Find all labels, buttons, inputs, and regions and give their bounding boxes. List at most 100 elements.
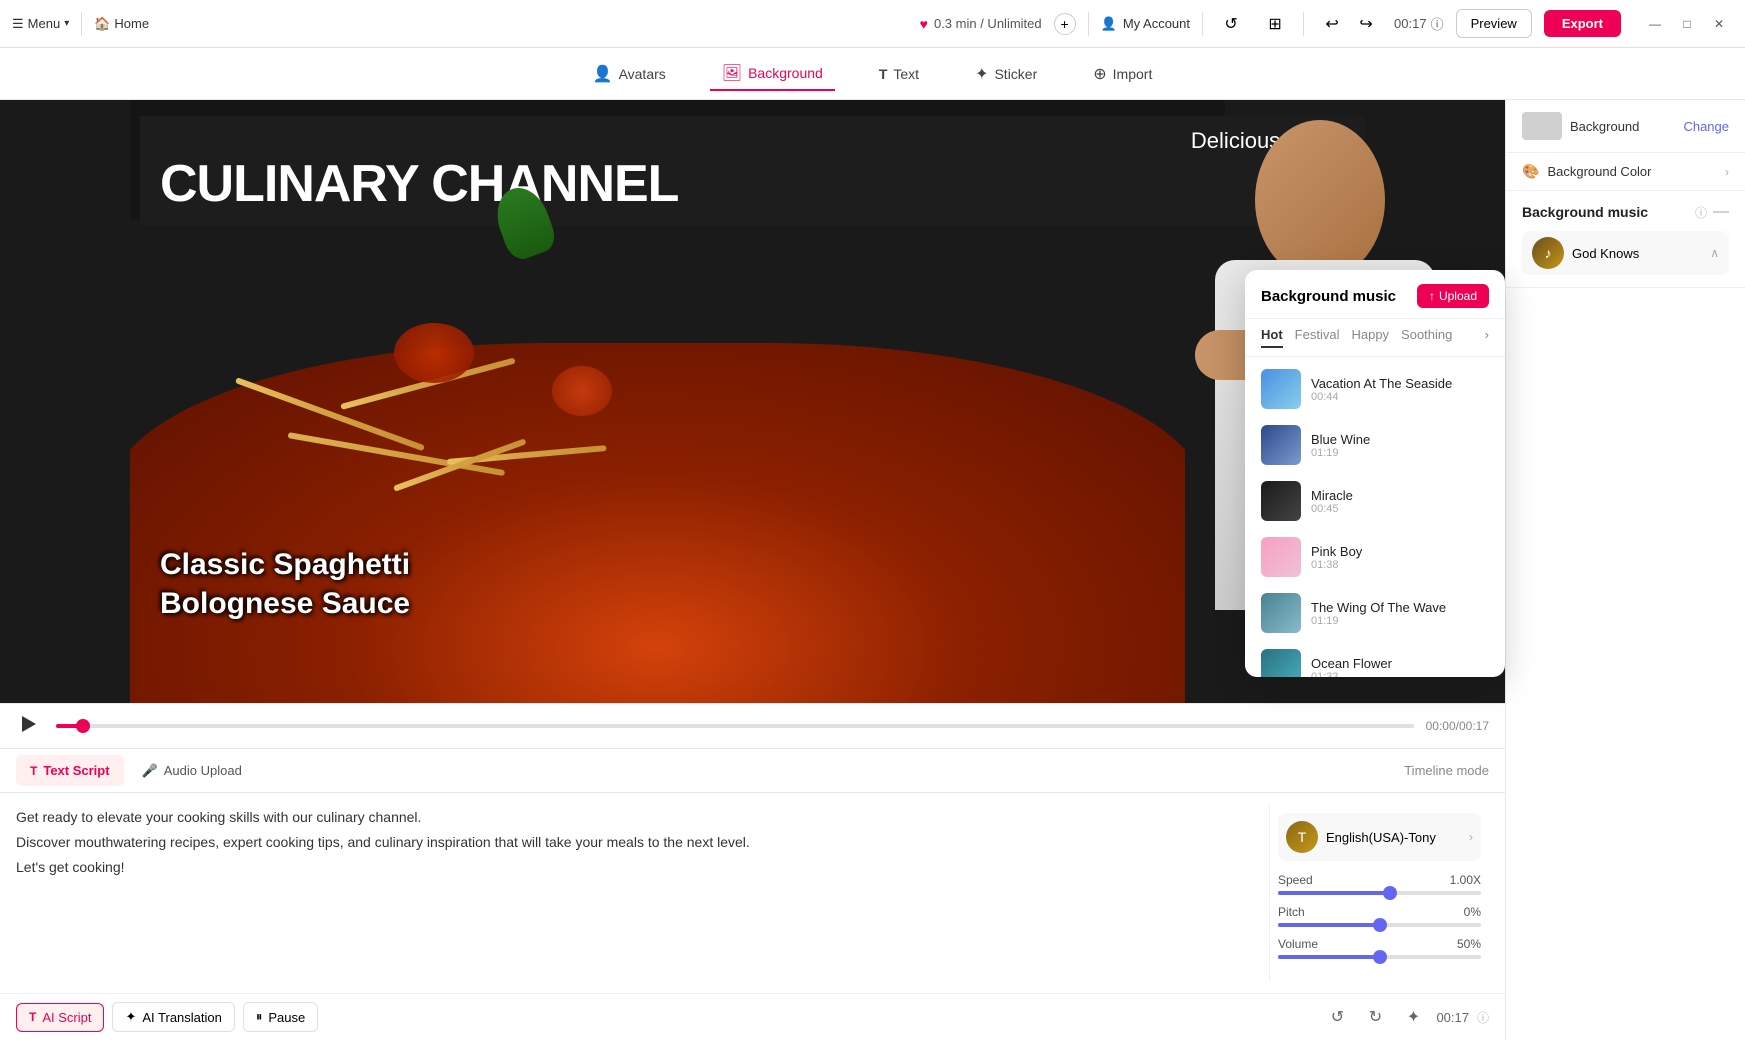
import-label: Import: [1113, 66, 1153, 82]
ai-translation-label: AI Translation: [142, 1010, 222, 1025]
toolbar-avatars[interactable]: 👤 Avatars: [581, 58, 678, 90]
pause-button[interactable]: ⏸ Pause: [243, 1002, 318, 1032]
undo-button[interactable]: ↩: [1316, 8, 1348, 40]
current-track-name: God Knows: [1572, 246, 1702, 261]
music-item-ocean[interactable]: Ocean Flower 01:33: [1245, 641, 1505, 677]
avatars-label: Avatars: [619, 66, 666, 82]
redo-action-button[interactable]: ↻: [1360, 1002, 1390, 1032]
menu-button[interactable]: ☰ Menu ▾: [12, 16, 69, 32]
home-button[interactable]: 🏠 Home: [94, 16, 149, 32]
text-script-tab[interactable]: T Text Script: [16, 755, 124, 786]
track-avatar: ♪: [1532, 237, 1564, 269]
voice-selector[interactable]: T English(USA)-Tony ›: [1278, 813, 1481, 861]
volume-control: Volume 50%: [1278, 937, 1481, 959]
music-item-pink[interactable]: Pink Boy 01:38: [1245, 529, 1505, 585]
track-name-wine: Blue Wine: [1311, 432, 1489, 447]
close-button[interactable]: ✕: [1705, 10, 1733, 38]
toolbar-import[interactable]: ⊕ Import: [1081, 58, 1164, 90]
grid-button[interactable]: ⊞: [1259, 8, 1291, 40]
music-info-wave: The Wing Of The Wave 01:19: [1311, 600, 1489, 627]
voice-controls: Speed 1.00X Pitch 0%: [1278, 869, 1481, 973]
track-name-miracle: Miracle: [1311, 488, 1489, 503]
toolbar-text[interactable]: T Text: [867, 60, 931, 88]
ai-script-label: AI Script: [42, 1010, 91, 1025]
background-color-row[interactable]: 🎨 Background Color ›: [1506, 153, 1745, 191]
music-info-seaside: Vacation At The Seaside 00:44: [1311, 376, 1489, 403]
script-line1: Get ready to elevate your cooking skills…: [16, 805, 1253, 830]
volume-label-row: Volume 50%: [1278, 937, 1481, 951]
preview-button[interactable]: Preview: [1456, 9, 1532, 38]
export-button[interactable]: Export: [1544, 10, 1621, 37]
herb: [489, 181, 560, 264]
speed-thumb[interactable]: [1383, 886, 1397, 900]
change-button[interactable]: Change: [1683, 119, 1729, 134]
music-collapse-button[interactable]: —: [1713, 203, 1729, 221]
music-panel: Background music ↑ Upload Hot Festival H…: [1245, 270, 1505, 677]
music-item-wine[interactable]: Blue Wine 01:19: [1245, 417, 1505, 473]
timeline-mode-label: Timeline mode: [1404, 763, 1489, 778]
grid-icon: ⊞: [1268, 14, 1281, 34]
audio-upload-tab[interactable]: 🎤 Audio Upload: [128, 755, 256, 787]
music-info-miracle: Miracle 00:45: [1311, 488, 1489, 515]
volume-thumb[interactable]: [1373, 950, 1387, 964]
pitch-control: Pitch 0%: [1278, 905, 1481, 927]
script-content: Get ready to elevate your cooking skills…: [0, 793, 1505, 993]
progress-track[interactable]: [56, 724, 1414, 728]
speed-slider[interactable]: [1278, 891, 1481, 895]
music-title: Background music: [1522, 204, 1689, 220]
chef-head: [1255, 120, 1385, 280]
play-button[interactable]: [16, 712, 44, 740]
track-name-wave: The Wing Of The Wave: [1311, 600, 1489, 615]
cat-hot[interactable]: Hot: [1261, 327, 1283, 348]
voice-panel: T English(USA)-Tony › Speed 1.00X: [1269, 805, 1489, 981]
current-track-row[interactable]: ♪ God Knows ∧: [1522, 231, 1729, 275]
minimize-button[interactable]: —: [1641, 10, 1669, 38]
toolbar-sticker[interactable]: ✦ Sticker: [963, 58, 1049, 90]
redo-button[interactable]: ↪: [1350, 8, 1382, 40]
account-button[interactable]: 👤 My Account: [1101, 16, 1190, 32]
upload-button[interactable]: ↑ Upload: [1417, 284, 1489, 308]
cat-soothing[interactable]: Soothing: [1401, 327, 1452, 348]
volume-slider[interactable]: [1278, 955, 1481, 959]
separator2: [1088, 12, 1089, 36]
volume-fill: [1278, 955, 1380, 959]
speed-label: Speed: [1278, 873, 1313, 887]
thumb-wine: [1261, 425, 1301, 465]
music-item-seaside[interactable]: Vacation At The Seaside 00:44: [1245, 361, 1505, 417]
video-title-small: Delicious Italian: [160, 128, 1345, 154]
cat-happy[interactable]: Happy: [1351, 327, 1389, 348]
maximize-button[interactable]: □: [1673, 10, 1701, 38]
pitch-thumb[interactable]: [1373, 918, 1387, 932]
undo-action-button[interactable]: ↺: [1322, 1002, 1352, 1032]
pitch-slider[interactable]: [1278, 923, 1481, 927]
track-chevron-icon: ∧: [1710, 246, 1719, 260]
ai-translation-button[interactable]: ✦ AI Translation: [112, 1002, 234, 1032]
music-item-wave[interactable]: The Wing Of The Wave 01:19: [1245, 585, 1505, 641]
subtitle-line2: Bolognese Sauce: [160, 584, 410, 623]
toolbar-background[interactable]: 🖼 Background: [710, 57, 835, 91]
track-duration-wine: 01:19: [1311, 447, 1489, 459]
pitch-value: 0%: [1464, 905, 1481, 919]
music-info-ocean: Ocean Flower 01:33: [1311, 656, 1489, 678]
text-script-icon: T: [30, 764, 37, 778]
volume-label: Volume: [1278, 937, 1318, 951]
bottom-actions: T AI Script ✦ AI Translation ⏸ Pause ↺ ↻…: [0, 993, 1505, 1040]
history-button[interactable]: ↺: [1215, 8, 1247, 40]
ai-script-button[interactable]: T AI Script: [16, 1003, 104, 1032]
voice-name: English(USA)-Tony: [1326, 830, 1461, 845]
home-icon: 🏠: [94, 16, 110, 32]
magic-button[interactable]: ✦: [1398, 1002, 1428, 1032]
menu-icon: ☰: [12, 16, 24, 32]
speed-control: Speed 1.00X: [1278, 873, 1481, 895]
upload-icon: ↑: [1429, 289, 1435, 303]
add-button[interactable]: +: [1054, 13, 1076, 35]
music-item-miracle[interactable]: Miracle 00:45: [1245, 473, 1505, 529]
time-current: 00:00: [1426, 719, 1456, 733]
cat-more-icon[interactable]: ›: [1485, 327, 1489, 348]
track-duration-ocean: 01:33: [1311, 671, 1489, 678]
background-section: Background Change: [1506, 100, 1745, 153]
speed-value: 1.00X: [1450, 873, 1481, 887]
time-info-icon: ⓘ: [1431, 14, 1444, 33]
music-panel-header: Background music ↑ Upload: [1245, 270, 1505, 319]
cat-festival[interactable]: Festival: [1295, 327, 1340, 348]
